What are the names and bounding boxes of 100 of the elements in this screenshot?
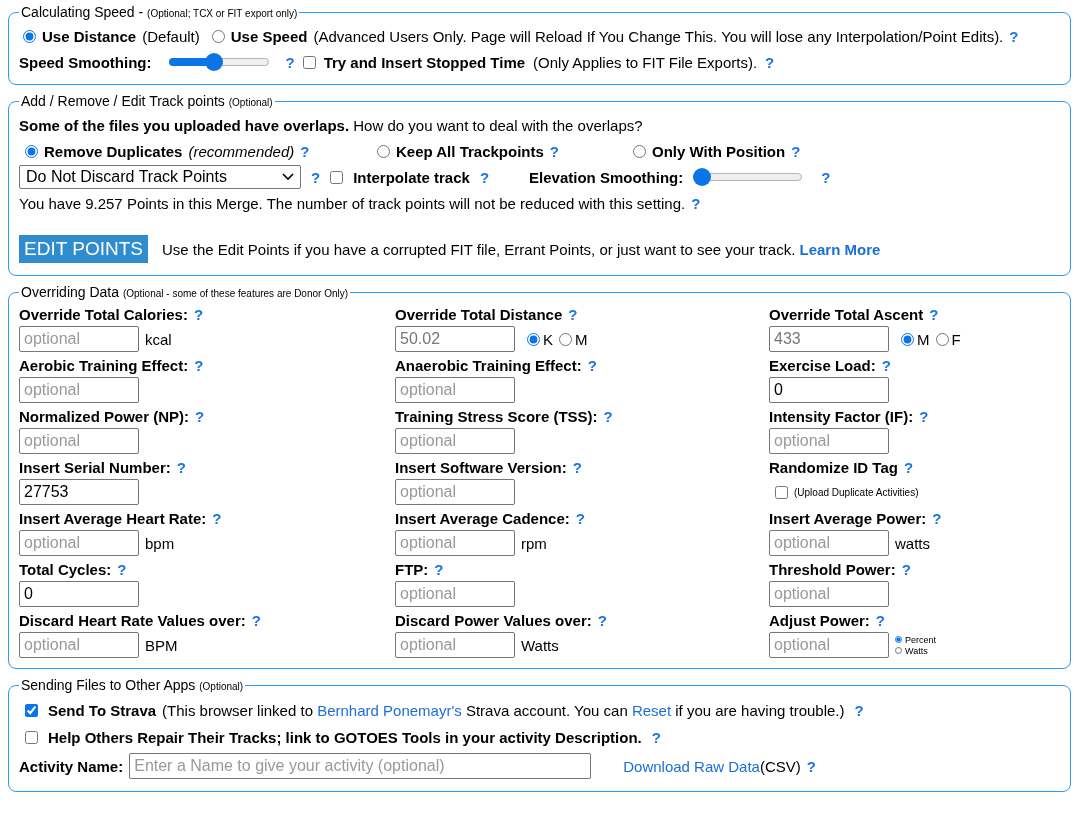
help-link[interactable]: ? <box>575 509 585 527</box>
input-field[interactable]: optional <box>19 530 139 556</box>
input-field[interactable]: optional <box>769 428 889 454</box>
input-field[interactable]: optional <box>395 428 515 454</box>
help-link[interactable]: ? <box>806 757 816 775</box>
activity-name-field[interactable]: Enter a Name to give your activity (optional) <box>129 753 592 779</box>
checkbox-label: Try and Insert Stopped Time <box>323 53 526 71</box>
checkbox[interactable] <box>25 730 38 744</box>
input-field[interactable]: optional <box>395 377 515 403</box>
slider-thumb[interactable] <box>204 53 223 71</box>
help-link[interactable]: ? <box>193 305 204 323</box>
help-link[interactable]: ? <box>651 728 661 746</box>
radio-button[interactable] <box>527 332 540 346</box>
help-link[interactable]: ? <box>285 53 295 71</box>
help-link[interactable]: ? <box>311 168 321 186</box>
input-field[interactable]: 433 <box>769 326 889 352</box>
input-field[interactable]: 27753 <box>19 479 139 505</box>
option-label: Keep All Trackpoints <box>396 142 544 160</box>
checkbox[interactable] <box>25 703 38 717</box>
help-link[interactable]: ? <box>597 611 607 629</box>
input-field[interactable]: optional <box>19 377 139 403</box>
checkbox[interactable] <box>330 170 344 184</box>
help-link[interactable]: ? <box>929 305 939 323</box>
help-link[interactable]: ? <box>434 560 444 578</box>
help-link[interactable]: ? <box>919 407 929 425</box>
checkbox[interactable] <box>302 55 316 69</box>
help-link[interactable]: ? <box>251 611 261 629</box>
radio-button[interactable] <box>377 144 390 158</box>
format-note: (CSV) <box>759 757 801 775</box>
download-link[interactable]: Download Raw Data <box>623 757 760 775</box>
field-label: Override Total Calories: <box>19 305 188 323</box>
strava-note: (This browser linked to Bernhard Ponemayr's Strava account. You can Reset if you are having trouble.) <box>162 701 845 719</box>
help-link[interactable]: ? <box>932 509 942 527</box>
input-field[interactable]: 0 <box>19 581 139 607</box>
section-title: Add / Remove / Edit Track points <box>21 93 225 109</box>
slider-label: Elevation Smoothing: <box>529 168 684 186</box>
input-field[interactable]: optional <box>19 632 139 658</box>
unit-label: bpm <box>145 534 175 552</box>
input-field[interactable]: 0 <box>769 377 889 403</box>
help-link[interactable]: ? <box>881 356 891 374</box>
help-link[interactable]: ? <box>549 142 559 160</box>
help-link[interactable]: ? <box>691 194 701 212</box>
input-field[interactable]: optional <box>769 530 889 556</box>
radio-button[interactable] <box>23 29 36 43</box>
section-note: (Optional - some of these features are Donor Only) <box>122 288 349 299</box>
help-link[interactable]: ? <box>1009 27 1019 45</box>
help-link[interactable]: ? <box>117 560 127 578</box>
field-label: Adjust Power: <box>769 611 870 629</box>
radio-button[interactable] <box>895 647 902 654</box>
help-link[interactable]: ? <box>195 407 205 425</box>
help-link[interactable]: ? <box>821 168 831 186</box>
field-label: Intensity Factor (IF): <box>769 407 914 425</box>
account-link[interactable]: Reset <box>631 701 672 719</box>
input-field[interactable]: 50.02 <box>395 326 515 352</box>
checkbox[interactable] <box>775 485 788 499</box>
unit-label: K <box>543 330 553 348</box>
radio-button[interactable] <box>25 144 38 158</box>
help-link[interactable]: ? <box>603 407 613 425</box>
help-link[interactable]: ? <box>903 458 914 476</box>
radio-button[interactable] <box>901 332 914 346</box>
slider-thumb[interactable] <box>693 168 712 186</box>
input-field[interactable]: optional <box>395 530 515 556</box>
unit-label: M <box>917 330 930 348</box>
unit-label: Watts <box>905 645 928 656</box>
help-link[interactable]: ? <box>300 142 310 160</box>
radio-button[interactable] <box>935 332 949 346</box>
help-link[interactable]: ? <box>568 305 578 323</box>
input-field[interactable]: optional <box>395 581 515 607</box>
help-link[interactable]: ? <box>212 509 222 527</box>
input-field[interactable]: optional <box>395 479 515 505</box>
radio-button[interactable] <box>559 332 572 346</box>
help-link[interactable]: ? <box>587 356 597 374</box>
unit-label: Watts <box>521 636 559 654</box>
help-link[interactable]: ? <box>194 356 204 374</box>
field-label: Activity Name: <box>19 757 124 775</box>
input-field[interactable]: optional <box>769 581 889 607</box>
help-link[interactable]: ? <box>176 458 186 476</box>
input-field[interactable]: optional <box>19 428 139 454</box>
unit-label: F <box>951 330 961 348</box>
input-field[interactable]: optional <box>395 632 515 658</box>
help-link[interactable]: ? <box>901 560 911 578</box>
help-link[interactable]: ? <box>854 701 864 719</box>
field-label: Randomize ID Tag <box>769 458 898 476</box>
input-field[interactable]: optional <box>19 326 139 352</box>
input-field[interactable]: optional <box>769 632 889 658</box>
field-label: Threshold Power: <box>769 560 896 578</box>
help-link[interactable]: ? <box>791 142 801 160</box>
help-link[interactable]: ? <box>572 458 582 476</box>
account-link[interactable]: Bernhard Ponemayr's <box>317 701 462 719</box>
radio-button[interactable] <box>211 29 225 43</box>
help-link[interactable]: ? <box>765 53 775 71</box>
radio-button[interactable] <box>895 636 902 643</box>
checkbox-label: Help Others Repair Their Tracks; link to GOTOES Tools in your activity Description. <box>48 728 642 746</box>
help-link[interactable]: ? <box>875 611 885 629</box>
discard-dropdown[interactable]: Do Not Discard Track Points <box>19 165 301 189</box>
edit-points-button[interactable]: EDIT POINTS <box>19 235 148 263</box>
option-note: (Default) <box>142 27 200 45</box>
radio-button[interactable] <box>633 144 646 158</box>
help-link[interactable]: ? <box>479 168 490 186</box>
learn-more-link[interactable]: Learn More <box>799 240 881 258</box>
